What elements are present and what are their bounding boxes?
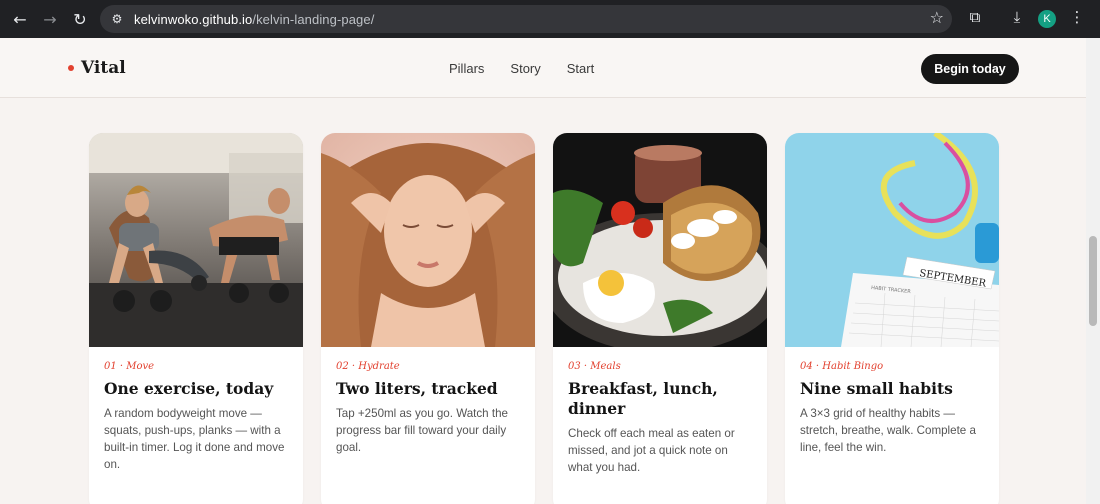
brand-logo[interactable]: Vital [68,58,126,78]
kettlebell-pushup-photo [89,133,303,347]
main-nav: Pillars Story Start [449,61,594,76]
card-tag: 03 · Meals [568,361,621,372]
scrollbar-thumb[interactable] [1089,236,1097,326]
card-title: Nine small habits [800,379,953,398]
card-tag: 04 · Habit Bingo [800,361,884,372]
card-meals[interactable]: 03 · Meals Breakfast, lunch, dinner Chec… [553,133,767,504]
card-description: A random bodyweight move — squats, push-… [104,407,285,471]
resting-woman-photo [321,133,535,347]
forward-arrow-icon[interactable]: → [38,7,62,31]
card-description: Check off each meal as eaten or missed, … [568,427,735,474]
logo-text: Vital [81,58,126,78]
site-info-icon[interactable]: ⚙ [106,8,128,30]
browser-toolbar: ← → ↻ ⚙ kelvinwoko.github.io/kelvin-land… [0,0,1100,38]
nav-link-story[interactable]: Story [510,61,540,76]
card-title: Breakfast, lunch, dinner [568,379,718,418]
habit-tracker-photo: SEPTEMBER HABIT TRACKER [785,133,999,347]
card-habit-bingo[interactable]: SEPTEMBER HABIT TRACKER 04 · Habit Bingo… [785,133,999,504]
kebab-menu-icon[interactable]: ⋮ [1066,8,1088,30]
card-title: Two liters, tracked [336,379,498,398]
card-title: One exercise, today [104,379,274,398]
site-header: Vital Pillars Story Start Begin today [0,38,1086,98]
url-path: /kelvin-landing-page/ [252,11,375,27]
address-bar[interactable]: ⚙ kelvinwoko.github.io/kelvin-landing-pa… [100,5,952,33]
card-description: A 3×3 grid of healthy habits — stretch, … [800,407,976,454]
card-tag: 02 · Hydrate [336,361,400,372]
logo-dot-icon [68,65,74,71]
card-move[interactable]: 01 · Move One exercise, today A random b… [89,133,303,504]
breakfast-plate-photo [553,133,767,347]
back-arrow-icon[interactable]: ← [8,7,32,31]
nav-link-pillars[interactable]: Pillars [449,61,484,76]
pillar-cards: 01 · Move One exercise, today A random b… [89,133,999,504]
card-hydrate[interactable]: 02 · Hydrate Two liters, tracked Tap +25… [321,133,535,504]
reload-icon[interactable]: ↻ [68,7,92,31]
profile-avatar[interactable]: K [1038,10,1056,28]
url-text[interactable]: kelvinwoko.github.io/kelvin-landing-page… [134,12,374,27]
begin-today-button[interactable]: Begin today [921,54,1019,84]
nav-link-start[interactable]: Start [567,61,594,76]
extensions-icon[interactable]: ⧉ [964,8,986,30]
page-scrollbar[interactable] [1086,38,1100,504]
download-icon[interactable]: ⤓ [1006,8,1028,30]
card-description: Tap +250ml as you go. Watch the progress… [336,407,508,454]
card-tag: 01 · Move [104,361,155,372]
page-viewport: Vital Pillars Story Start Begin today 01… [0,38,1086,504]
bookmark-star-icon[interactable]: ☆ [930,8,944,27]
url-host: kelvinwoko.github.io [134,11,253,27]
